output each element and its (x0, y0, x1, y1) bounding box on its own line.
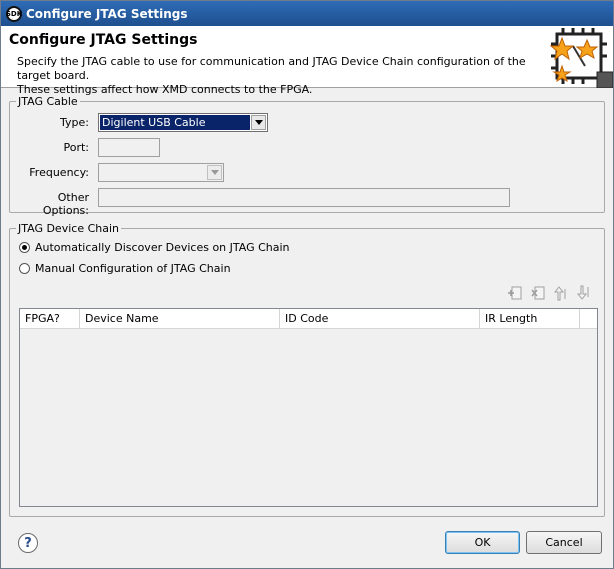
banner-description: Specify the JTAG cable to use for commun… (17, 55, 537, 97)
question-mark-icon: ? (24, 535, 32, 551)
sdk-app-icon: SDK (6, 5, 22, 22)
jtag-cable-group-label: JTAG Cable (18, 95, 78, 108)
banner-title: Configure JTAG Settings (9, 32, 198, 48)
other-options-label: Other Options: (42, 191, 89, 217)
cable-type-dropdown[interactable]: Digilent USB Cable (98, 113, 268, 132)
manual-config-label: Manual Configuration of JTAG Chain (35, 262, 231, 275)
auto-discover-label: Automatically Discover Devices on JTAG C… (35, 241, 290, 254)
table-header: FPGA? Device Name ID Code IR Length (20, 309, 597, 329)
window-title: Configure JTAG Settings (26, 6, 188, 21)
column-header-device-name[interactable]: Device Name (80, 309, 280, 329)
radio-unselected-icon (19, 263, 30, 274)
header-banner: Configure JTAG Settings Specify the JTAG… (1, 26, 613, 96)
arrow-up-icon (553, 286, 566, 301)
arrow-down-icon (576, 285, 589, 300)
dialog-window: SDK Configure JTAG Settings Configure JT… (0, 0, 614, 569)
add-device-icon (508, 286, 522, 300)
chevron-down-icon (254, 120, 263, 125)
other-options-field (98, 188, 510, 207)
port-label: Port: (63, 141, 89, 154)
column-header-fpga[interactable]: FPGA? (20, 309, 80, 329)
cable-type-dropdown-button[interactable] (251, 115, 266, 130)
radio-selected-icon (19, 242, 30, 253)
type-label: Type: (60, 116, 89, 129)
fpga-wizard-icon (549, 28, 613, 88)
column-header-id-code[interactable]: ID Code (280, 309, 480, 329)
ok-button[interactable]: OK (445, 531, 520, 554)
add-device-button[interactable] (506, 284, 524, 302)
help-button[interactable]: ? (18, 533, 38, 553)
device-chain-table[interactable]: FPGA? Device Name ID Code IR Length (19, 308, 598, 507)
frequency-dropdown (98, 163, 224, 182)
frequency-dropdown-button (207, 165, 222, 180)
column-header-ir-length[interactable]: IR Length (480, 309, 580, 329)
banner-description-line-1: Specify the JTAG cable to use for commun… (17, 55, 526, 82)
auto-discover-radio[interactable]: Automatically Discover Devices on JTAG C… (19, 241, 290, 254)
move-down-button[interactable] (575, 284, 593, 302)
frequency-label: Frequency: (29, 166, 89, 179)
manual-config-radio[interactable]: Manual Configuration of JTAG Chain (19, 262, 231, 275)
cancel-button[interactable]: Cancel (526, 531, 602, 554)
remove-device-button[interactable] (529, 284, 547, 302)
title-bar: SDK Configure JTAG Settings (1, 1, 613, 26)
port-field (98, 138, 160, 157)
remove-device-icon (531, 286, 545, 300)
jtag-device-chain-group-label: JTAG Device Chain (18, 222, 119, 235)
cable-type-value: Digilent USB Cable (100, 115, 250, 130)
move-up-button[interactable] (552, 284, 570, 302)
chevron-down-icon (210, 170, 219, 175)
